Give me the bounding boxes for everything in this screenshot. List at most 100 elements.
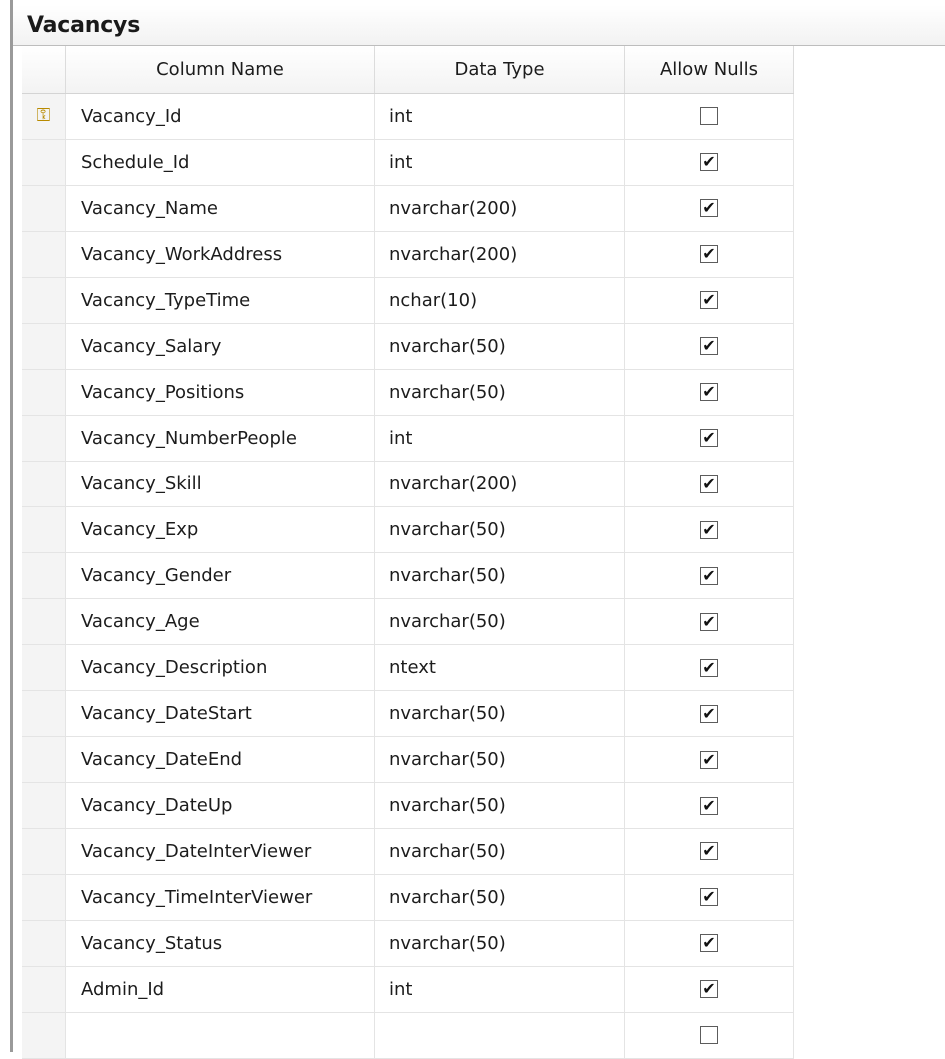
table-row[interactable]: Schedule_Id int ✔ [22, 139, 794, 186]
column-name-cell[interactable]: Vacancy_DateInterViewer [66, 829, 375, 874]
table-row[interactable]: ⚿ Vacancy_Id int [22, 94, 794, 140]
allow-nulls-checkbox-checked[interactable]: ✔ [700, 291, 718, 310]
data-type-cell[interactable]: nvarchar(200) [375, 185, 625, 231]
table-row[interactable]: Vacancy_Gender nvarchar(50) ✔ [22, 553, 794, 600]
table-row[interactable]: Vacancy_WorkAddress nvarchar(200) ✔ [22, 231, 794, 278]
data-type-cell[interactable]: nvarchar(50) [375, 323, 625, 369]
allow-nulls-checkbox-checked[interactable]: ✔ [700, 750, 718, 769]
data-type-cell[interactable]: nvarchar(50) [375, 920, 625, 966]
table-row[interactable]: Vacancy_Skill nvarchar(200) ✔ [22, 461, 794, 508]
allow-nulls-checkbox-checked[interactable]: ✔ [700, 566, 718, 585]
allow-nulls-checkbox-checked[interactable]: ✔ [700, 520, 718, 539]
table-row[interactable]: Vacancy_Salary nvarchar(50) ✔ [22, 323, 794, 370]
data-type-cell[interactable]: int [375, 966, 625, 1012]
column-name-cell[interactable]: Vacancy_Name [66, 185, 375, 231]
row-selector[interactable] [22, 920, 66, 966]
column-name-cell[interactable]: Vacancy_DateStart [66, 691, 375, 737]
data-type-cell[interactable]: nvarchar(50) [375, 507, 625, 553]
data-type-cell[interactable]: int [375, 94, 625, 139]
row-selector[interactable] [22, 783, 66, 828]
data-type-cell[interactable]: ntext [375, 645, 625, 691]
column-name-cell[interactable]: Vacancy_Status [66, 920, 375, 966]
allow-nulls-checkbox-checked[interactable]: ✔ [700, 612, 718, 631]
row-selector[interactable] [22, 507, 66, 553]
column-name-cell[interactable]: Vacancy_DateUp [66, 783, 375, 828]
allow-nulls-checkbox-checked[interactable]: ✔ [700, 383, 718, 402]
row-selector[interactable] [22, 737, 66, 783]
row-selector[interactable] [22, 645, 66, 691]
data-type-cell[interactable]: int [375, 415, 625, 461]
allow-nulls-checkbox-checked[interactable]: ✔ [700, 153, 718, 172]
table-row[interactable]: Vacancy_Description ntext ✔ [22, 645, 794, 692]
column-name-cell[interactable]: Vacancy_Salary [66, 323, 375, 369]
allow-nulls-checkbox-checked[interactable]: ✔ [700, 658, 718, 677]
column-name-cell[interactable]: Vacancy_Exp [66, 507, 375, 553]
column-name-cell[interactable]: Vacancy_Age [66, 599, 375, 645]
column-name-cell[interactable]: Vacancy_Description [66, 645, 375, 691]
header-data-type[interactable]: Data Type [375, 46, 625, 93]
table-row[interactable]: Vacancy_NumberPeople int ✔ [22, 415, 794, 462]
data-type-cell[interactable]: nvarchar(50) [375, 829, 625, 874]
row-selector[interactable]: ⚿ [22, 94, 66, 139]
allow-nulls-checkbox-unchecked[interactable] [700, 107, 718, 126]
allow-nulls-checkbox-checked[interactable]: ✔ [700, 199, 718, 218]
data-type-cell[interactable]: nvarchar(50) [375, 737, 625, 783]
allow-nulls-checkbox-checked[interactable]: ✔ [700, 429, 718, 448]
data-type-cell[interactable]: nvarchar(50) [375, 783, 625, 828]
allow-nulls-checkbox-checked[interactable]: ✔ [700, 337, 718, 356]
allow-nulls-checkbox-checked[interactable]: ✔ [700, 980, 718, 999]
column-name-cell[interactable]: Vacancy_TypeTime [66, 277, 375, 323]
data-type-cell[interactable]: nvarchar(200) [375, 461, 625, 507]
data-type-cell[interactable]: int [375, 139, 625, 185]
data-type-cell[interactable]: nvarchar(50) [375, 874, 625, 920]
data-type-cell[interactable] [375, 1012, 625, 1058]
data-type-cell[interactable]: nvarchar(50) [375, 691, 625, 737]
data-type-cell[interactable]: nchar(10) [375, 277, 625, 323]
data-type-cell[interactable]: nvarchar(200) [375, 231, 625, 277]
table-row[interactable]: Vacancy_Age nvarchar(50) ✔ [22, 599, 794, 646]
allow-nulls-checkbox-checked[interactable]: ✔ [700, 474, 718, 493]
row-selector[interactable] [22, 415, 66, 461]
row-selector[interactable] [22, 966, 66, 1012]
column-name-cell[interactable]: Schedule_Id [66, 139, 375, 185]
row-selector[interactable] [22, 691, 66, 737]
row-selector[interactable] [22, 599, 66, 645]
column-name-cell[interactable]: Vacancy_NumberPeople [66, 415, 375, 461]
row-selector[interactable] [22, 874, 66, 920]
row-selector[interactable] [22, 461, 66, 507]
row-selector[interactable] [22, 139, 66, 185]
row-selector[interactable] [22, 369, 66, 415]
table-row[interactable]: Vacancy_DateInterViewer nvarchar(50) ✔ [22, 829, 794, 875]
table-row[interactable]: Vacancy_DateEnd nvarchar(50) ✔ [22, 737, 794, 784]
header-allow-nulls[interactable]: Allow Nulls [625, 46, 794, 93]
table-row[interactable]: Vacancy_DateUp nvarchar(50) ✔ [22, 783, 794, 829]
table-row[interactable]: Vacancy_Name nvarchar(200) ✔ [22, 185, 794, 232]
allow-nulls-checkbox-checked[interactable]: ✔ [700, 245, 718, 264]
row-selector[interactable] [22, 231, 66, 277]
row-selector[interactable] [22, 553, 66, 599]
table-row[interactable]: Vacancy_Positions nvarchar(50) ✔ [22, 369, 794, 416]
data-type-cell[interactable]: nvarchar(50) [375, 599, 625, 645]
column-name-cell[interactable]: Vacancy_TimeInterViewer [66, 874, 375, 920]
table-row[interactable]: Vacancy_TypeTime nchar(10) ✔ [22, 277, 794, 324]
table-row[interactable]: Vacancy_DateStart nvarchar(50) ✔ [22, 691, 794, 738]
allow-nulls-checkbox-unchecked[interactable] [700, 1026, 718, 1045]
allow-nulls-checkbox-checked[interactable]: ✔ [700, 888, 718, 907]
allow-nulls-checkbox-checked[interactable]: ✔ [700, 934, 718, 953]
header-column-name[interactable]: Column Name [66, 46, 375, 93]
table-row[interactable]: Vacancy_Status nvarchar(50) ✔ [22, 920, 794, 967]
table-row[interactable]: Admin_Id int ✔ [22, 966, 794, 1013]
allow-nulls-checkbox-checked[interactable]: ✔ [700, 704, 718, 723]
allow-nulls-checkbox-checked[interactable]: ✔ [700, 842, 718, 861]
table-row[interactable]: Vacancy_TimeInterViewer nvarchar(50) ✔ [22, 874, 794, 921]
allow-nulls-checkbox-checked[interactable]: ✔ [700, 796, 718, 815]
column-name-cell[interactable]: Vacancy_DateEnd [66, 737, 375, 783]
column-name-cell[interactable]: Vacancy_WorkAddress [66, 231, 375, 277]
row-selector[interactable] [22, 185, 66, 231]
column-name-cell[interactable]: Vacancy_Gender [66, 553, 375, 599]
column-name-cell[interactable]: Admin_Id [66, 966, 375, 1012]
column-name-cell[interactable]: Vacancy_Id [66, 94, 375, 139]
column-name-cell[interactable]: Vacancy_Positions [66, 369, 375, 415]
column-name-cell[interactable] [66, 1012, 375, 1058]
row-selector[interactable] [22, 829, 66, 874]
